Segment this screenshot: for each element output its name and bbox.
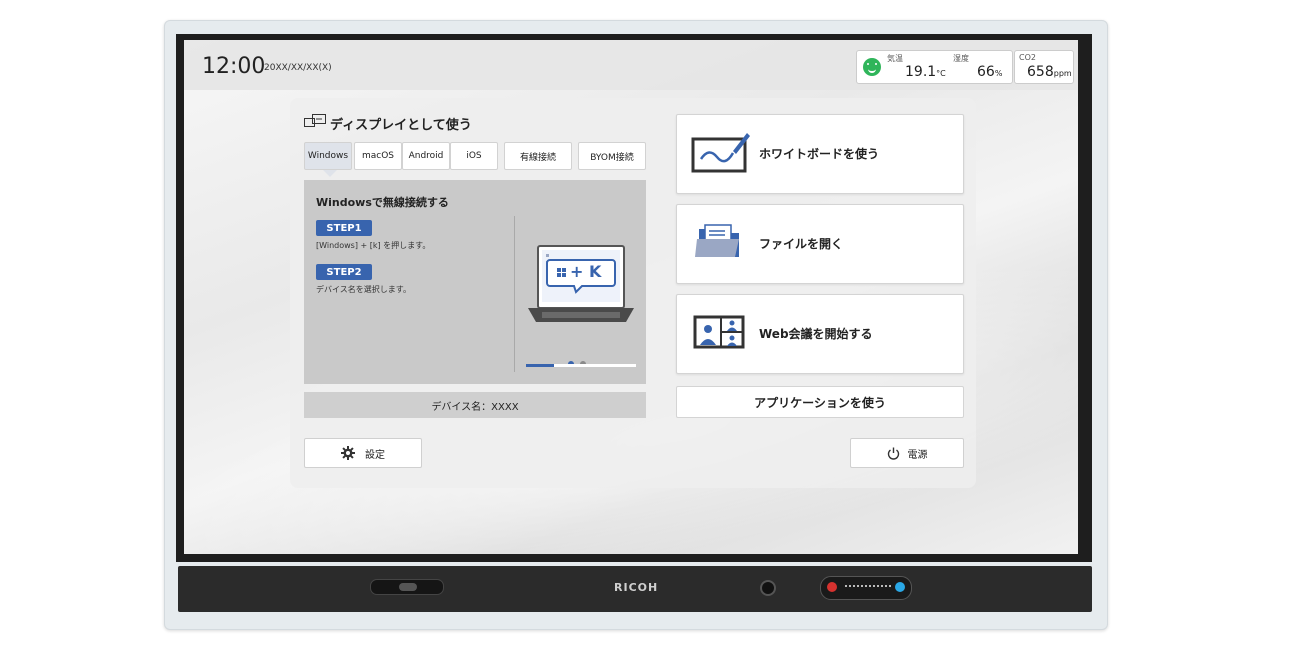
step2-badge: STEP2 (316, 264, 372, 280)
power-led-icon[interactable] (827, 582, 837, 592)
tab-wired[interactable]: 有線接続 (504, 142, 572, 170)
status-bar: 12:00 20XX/XX/XX(X) 気温 19.1°C 湿度 66% CO2… (184, 40, 1078, 90)
web-meeting-button[interactable]: Web会議を開始する (676, 294, 964, 374)
co2-label: CO2 (1019, 53, 1036, 62)
progress-track (526, 364, 636, 367)
step2-text: デバイス名を選択します。 (316, 285, 411, 294)
tab-macos[interactable]: macOS (354, 142, 402, 170)
step1-text: [Windows] + [k] を押します。 (316, 241, 431, 250)
camera-slider[interactable] (370, 579, 444, 595)
home-button-icon[interactable] (895, 582, 905, 592)
tab-windows[interactable]: Windows (304, 142, 352, 177)
whiteboard-icon (691, 133, 750, 173)
temperature-label: 気温 (887, 54, 903, 63)
whiteboard-button[interactable]: ホワイトボードを使う (676, 114, 964, 194)
tab-ios[interactable]: iOS (450, 142, 498, 170)
tab-android[interactable]: Android (402, 142, 450, 170)
power-label: 電源 (907, 449, 928, 461)
guide-divider (514, 216, 515, 372)
open-file-label: ファイルを開く (759, 237, 844, 251)
guide-heading: Windowsで無線接続する (316, 196, 449, 209)
section-title: ディスプレイとして使う (330, 118, 472, 133)
whiteboard-label: ホワイトボードを使う (759, 147, 880, 161)
page-dots (568, 352, 592, 371)
speaker-bar: RICOH (178, 566, 1092, 612)
open-file-button[interactable]: ファイルを開く (676, 204, 964, 284)
environment-panel: 気温 19.1°C 湿度 66% (856, 50, 1013, 84)
step1-badge: STEP1 (316, 220, 372, 236)
brand-logo: RICOH (614, 581, 659, 594)
tab-byom[interactable]: BYOM接続 (578, 142, 646, 170)
date: 20XX/XX/XX(X) (264, 63, 332, 73)
home-panel: ディスプレイとして使う Windows macOS Android iOS 有線… (290, 98, 976, 488)
co2-value: 658ppm (1027, 64, 1072, 80)
smile-face-icon (863, 58, 881, 76)
temperature-value: 19.1°C (905, 64, 946, 80)
settings-label: 設定 (365, 449, 385, 461)
web-meeting-label: Web会議を開始する (759, 327, 873, 341)
sensor-icon (760, 580, 776, 596)
hardware-buttons[interactable] (820, 576, 912, 600)
device-name-bar: デバイス名：XXXX (304, 392, 646, 418)
power-icon (887, 447, 899, 460)
power-button[interactable]: 電源 (850, 438, 964, 468)
humidity-label: 湿度 (953, 54, 969, 63)
video-conference-icon (693, 315, 745, 349)
keys-label: + K (570, 262, 602, 281)
screen: 12:00 20XX/XX/XX(X) 気温 19.1°C 湿度 66% CO2… (184, 40, 1078, 554)
display-mirror-icon (304, 114, 326, 127)
gear-icon (341, 446, 355, 460)
progress-fill (526, 364, 554, 367)
settings-button[interactable]: 設定 (304, 438, 422, 468)
co2-panel: CO2 658ppm (1014, 50, 1074, 84)
applications-button[interactable]: アプリケーションを使う (676, 386, 964, 418)
input-controls[interactable] (845, 585, 891, 591)
humidity-value: 66% (977, 64, 1003, 80)
folder-icon (695, 224, 739, 257)
laptop-illustration-icon (528, 245, 634, 322)
connection-guide: Windowsで無線接続する STEP1 [Windows] + [k] を押し… (304, 180, 646, 384)
clock: 12:00 (202, 54, 266, 79)
